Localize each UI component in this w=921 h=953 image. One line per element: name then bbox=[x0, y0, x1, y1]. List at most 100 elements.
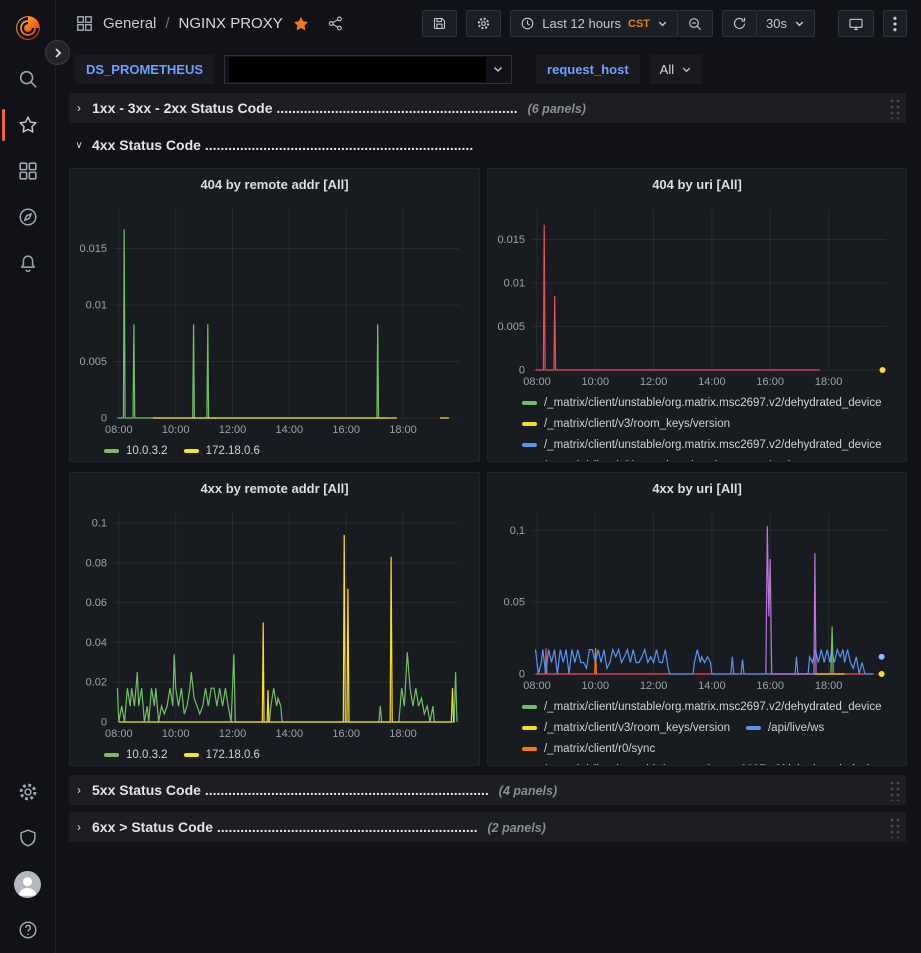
request-host-variable-label[interactable]: request_host bbox=[536, 55, 640, 84]
tv-mode-button[interactable] bbox=[838, 10, 874, 37]
legend-item[interactable]: 10.0.3.2 bbox=[104, 440, 168, 461]
svg-text:0.01: 0.01 bbox=[504, 278, 525, 290]
svg-text:08:00: 08:00 bbox=[105, 424, 133, 436]
sidebar-item-starred[interactable] bbox=[0, 102, 56, 148]
legend-swatch bbox=[104, 449, 119, 453]
favorite-star-icon[interactable] bbox=[292, 15, 310, 33]
svg-text:0.04: 0.04 bbox=[86, 637, 107, 649]
legend-swatch bbox=[522, 747, 537, 751]
dashboards-icon bbox=[17, 160, 39, 182]
legend-item[interactable]: 172.18.0.6 bbox=[184, 744, 260, 765]
breadcrumb-separator: / bbox=[165, 15, 169, 32]
time-picker-group: Last 12 hours CST bbox=[510, 10, 713, 37]
svg-text:10:00: 10:00 bbox=[582, 376, 610, 388]
breadcrumb-folder[interactable]: General bbox=[103, 15, 156, 32]
datasource-variable-select[interactable] bbox=[224, 55, 512, 84]
sidebar-item-profile[interactable] bbox=[0, 861, 56, 907]
dashboard-settings-button[interactable] bbox=[466, 10, 501, 37]
legend-item[interactable]: /_matrix/client/unstable/org.matrix.msc2… bbox=[522, 392, 882, 413]
breadcrumb-dashboard-title[interactable]: NGINX PROXY bbox=[179, 15, 283, 32]
zoom-out-button[interactable] bbox=[678, 10, 713, 37]
legend-item[interactable]: /sw.js bbox=[746, 455, 796, 461]
panel-title[interactable]: 4xx by remote addr [All] bbox=[70, 473, 479, 503]
sidebar bbox=[0, 0, 56, 953]
legend-swatch bbox=[746, 726, 761, 730]
row-title: 4xx Status Code ........................… bbox=[92, 137, 473, 153]
legend-label: 172.18.0.6 bbox=[206, 445, 260, 457]
svg-text:16:00: 16:00 bbox=[332, 728, 360, 740]
svg-text:10:00: 10:00 bbox=[162, 424, 190, 436]
legend-item[interactable]: /_matrix/client/v3/room_keys/version bbox=[522, 413, 730, 434]
svg-text:12:00: 12:00 bbox=[640, 376, 668, 388]
sidebar-item-alerting[interactable] bbox=[0, 240, 56, 286]
row-6xx[interactable]: › 6xx > Status Code ....................… bbox=[69, 812, 906, 842]
svg-text:0.005: 0.005 bbox=[497, 321, 525, 333]
legend-item[interactable]: /api/live/ws bbox=[746, 717, 824, 738]
legend-item[interactable]: 10.0.3.2 bbox=[104, 744, 168, 765]
row-drag-handle[interactable] bbox=[888, 97, 900, 119]
alerting-bell-icon bbox=[17, 252, 39, 274]
legend-item[interactable]: /_matrix/client/v3/room_keys/version bbox=[522, 717, 730, 738]
legend-label: 10.0.3.2 bbox=[126, 749, 168, 761]
more-options-button[interactable] bbox=[883, 10, 907, 37]
sidebar-item-explore[interactable] bbox=[0, 194, 56, 240]
legend-label: /_matrix/client/r0/sync bbox=[544, 743, 655, 755]
svg-text:0: 0 bbox=[519, 365, 525, 377]
chart-legend: /_matrix/client/unstable/org.matrix.msc2… bbox=[488, 391, 906, 461]
row-1xx-2xx-3xx[interactable]: › 1xx - 3xx - 2xx Status Code ..........… bbox=[69, 93, 906, 123]
request-host-variable-select[interactable]: All bbox=[650, 55, 702, 84]
svg-text:0: 0 bbox=[101, 717, 107, 729]
row-4xx[interactable]: ∨ 4xx Status Code ......................… bbox=[69, 130, 906, 160]
row-drag-handle[interactable] bbox=[888, 779, 900, 801]
panel-404-by-uri: 404 by uri [All] 08:0010:0012:0014:0016:… bbox=[487, 168, 907, 462]
timeseries-chart[interactable]: 08:0010:0012:0014:0016:0018:0000.050.1 bbox=[496, 503, 898, 695]
timeseries-chart[interactable]: 08:0010:0012:0014:0016:0018:0000.0050.01… bbox=[78, 199, 471, 439]
panel-title[interactable]: 4xx by uri [All] bbox=[488, 473, 906, 503]
save-dashboard-button[interactable] bbox=[422, 10, 457, 37]
legend-swatch bbox=[522, 422, 537, 426]
legend-swatch bbox=[522, 726, 537, 730]
svg-text:08:00: 08:00 bbox=[523, 376, 551, 388]
sidebar-item-server-admin[interactable] bbox=[0, 815, 56, 861]
sidebar-item-help[interactable] bbox=[0, 907, 56, 953]
refresh-icon bbox=[732, 16, 747, 31]
refresh-interval-picker[interactable]: 30s bbox=[757, 10, 815, 37]
sidebar-item-search[interactable] bbox=[0, 56, 56, 102]
panel-title[interactable]: 404 by remote addr [All] bbox=[70, 169, 479, 199]
timeseries-chart[interactable]: 08:0010:0012:0014:0016:0018:0000.020.040… bbox=[78, 503, 471, 743]
svg-text:18:00: 18:00 bbox=[389, 424, 417, 436]
legend-item[interactable]: /_matrix/client/unstable/org.matrix.msc2… bbox=[522, 434, 882, 455]
panel-title[interactable]: 404 by uri [All] bbox=[488, 169, 906, 199]
time-range-picker[interactable]: Last 12 hours CST bbox=[510, 10, 678, 37]
svg-text:0.06: 0.06 bbox=[86, 597, 107, 609]
legend-label: /_matrix/client/v3/room_keys/version bbox=[544, 460, 730, 462]
row-drag-handle[interactable] bbox=[888, 816, 900, 838]
svg-text:12:00: 12:00 bbox=[219, 728, 247, 740]
shield-icon bbox=[17, 827, 39, 849]
sidebar-item-dashboards[interactable] bbox=[0, 148, 56, 194]
apps-icon[interactable] bbox=[75, 14, 94, 33]
datasource-variable-label[interactable]: DS_PROMETHEUS bbox=[75, 55, 214, 84]
legend-item[interactable]: /_matrix/client/unstable/org.matrix.msc2… bbox=[522, 696, 882, 717]
row-title: 1xx - 3xx - 2xx Status Code ............… bbox=[92, 100, 586, 116]
legend-item[interactable]: 172.18.0.6 bbox=[184, 440, 260, 461]
share-icon[interactable] bbox=[327, 15, 344, 32]
row-5xx[interactable]: › 5xx Status Code ......................… bbox=[69, 775, 906, 805]
legend-swatch bbox=[522, 443, 537, 447]
timeseries-chart[interactable]: 08:0010:0012:0014:0016:0018:0000.0050.01… bbox=[496, 199, 898, 391]
svg-text:12:00: 12:00 bbox=[640, 680, 668, 692]
legend-item[interactable]: /_matrix/client/unstable/org.matrix.msc2… bbox=[522, 759, 882, 765]
legend-label: 10.0.3.2 bbox=[126, 445, 168, 457]
legend-swatch bbox=[522, 705, 537, 709]
svg-text:0.1: 0.1 bbox=[92, 518, 107, 530]
legend-label: /sw.js bbox=[768, 460, 796, 462]
legend-item[interactable]: /_matrix/client/r0/sync bbox=[522, 738, 655, 759]
chevron-down-icon bbox=[492, 63, 504, 75]
sidebar-item-configuration[interactable] bbox=[0, 769, 56, 815]
svg-text:0.08: 0.08 bbox=[86, 557, 107, 569]
legend-item[interactable]: /_matrix/client/v3/room_keys/version bbox=[522, 455, 730, 461]
sidebar-expand-button[interactable] bbox=[45, 40, 70, 65]
refresh-button[interactable] bbox=[722, 10, 757, 37]
row-title: 5xx Status Code ........................… bbox=[92, 782, 557, 798]
panel-4xx-by-remote-addr: 4xx by remote addr [All] 08:0010:0012:00… bbox=[69, 472, 480, 766]
